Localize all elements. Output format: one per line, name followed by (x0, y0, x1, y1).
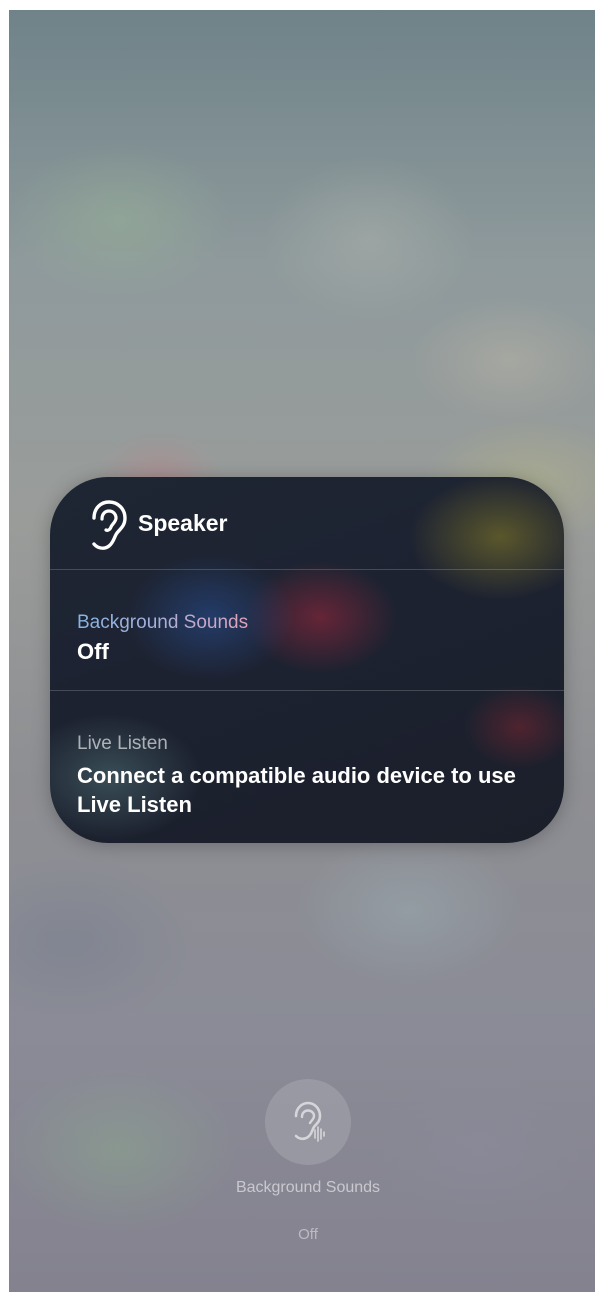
panel-title: Speaker (138, 510, 228, 536)
live-listen-row[interactable]: Live Listen Connect a compatible audio d… (50, 691, 564, 843)
panel-header: Speaker (50, 477, 564, 569)
background-sounds-row[interactable]: Background Sounds Off (50, 570, 564, 690)
background-sounds-value: Off (77, 639, 109, 664)
live-listen-label: Live Listen (77, 733, 168, 754)
background-sounds-label: Background Sounds (77, 612, 249, 633)
ear-icon (92, 500, 127, 550)
background-sounds-toggle[interactable] (265, 1079, 351, 1165)
live-listen-value: Connect a compatible audio device to use… (77, 763, 516, 817)
background-sounds-control-status: Off (298, 1226, 318, 1243)
ear-sound-icon (294, 1101, 325, 1142)
hearing-panel: Speaker Background Sounds Off Live Liste… (50, 477, 564, 843)
control-center-screen: Speaker Background Sounds Off Live Liste… (9, 10, 595, 1292)
background-sounds-control-label: Background Sounds (235, 1179, 381, 1196)
